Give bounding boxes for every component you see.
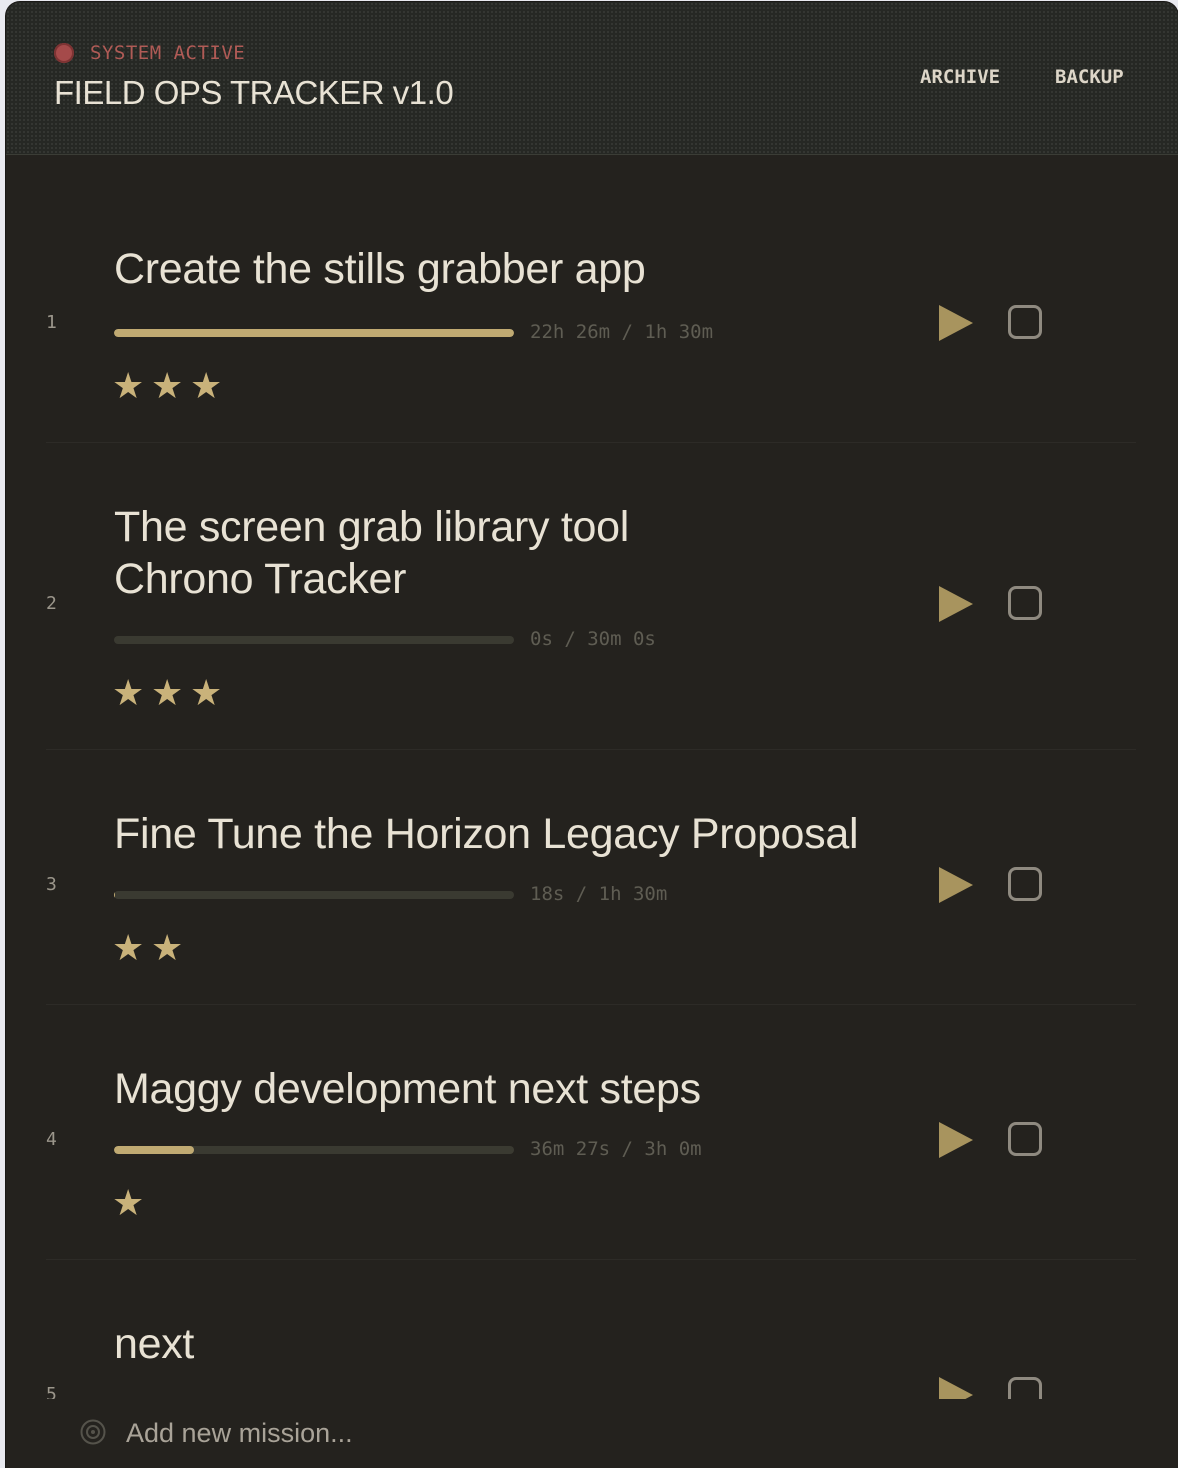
app-window: SYSTEM ACTIVE FIELD OPS TRACKER v1.0 ARC… — [6, 2, 1178, 1468]
checkbox-icon[interactable] — [1008, 867, 1042, 901]
priority-stars: ★ ★ — [112, 931, 190, 967]
mission-title[interactable]: The screen grab library tool Chrono Track… — [114, 501, 874, 605]
mission-title[interactable]: Fine Tune the Horizon Legacy Proposal — [114, 808, 874, 860]
star-icon[interactable]: ★ — [112, 1186, 151, 1222]
backup-button[interactable]: BACKUP — [1055, 66, 1124, 88]
mission-title[interactable]: next — [114, 1318, 874, 1370]
mission-list: 1 Create the stills grabber app 22h 26m … — [6, 155, 1178, 1399]
progress-fill — [114, 329, 514, 337]
star-icon[interactable]: ★ — [112, 369, 151, 405]
play-icon[interactable] — [936, 303, 976, 343]
play-icon[interactable] — [936, 1375, 976, 1399]
mission-number: 5 — [46, 1384, 57, 1399]
progress-bar — [114, 329, 514, 337]
progress-bar — [114, 891, 514, 899]
time-readout: 36m 27s / 3h 0m — [530, 1138, 702, 1160]
status-text: SYSTEM ACTIVE — [90, 42, 246, 64]
star-icon[interactable]: ★ — [151, 931, 190, 967]
star-icon[interactable]: ★ — [112, 931, 151, 967]
play-icon[interactable] — [936, 584, 976, 624]
header: SYSTEM ACTIVE FIELD OPS TRACKER v1.0 ARC… — [6, 2, 1178, 155]
add-mission-bar — [6, 1399, 1178, 1468]
priority-stars: ★ — [112, 1186, 151, 1222]
mission-number: 4 — [46, 1129, 57, 1150]
priority-stars: ★ ★ ★ — [112, 369, 229, 405]
mission-title[interactable]: Create the stills grabber app — [114, 243, 874, 295]
play-icon[interactable] — [936, 865, 976, 905]
time-readout: 0s / 30m 0s — [530, 628, 656, 650]
progress-bar — [114, 636, 514, 644]
mission-title[interactable]: Maggy development next steps — [114, 1063, 874, 1115]
progress-fill — [114, 891, 116, 899]
archive-button[interactable]: ARCHIVE — [920, 66, 1000, 88]
app-title: FIELD OPS TRACKER v1.0 — [54, 74, 454, 111]
time-readout: 18s / 1h 30m — [530, 883, 668, 905]
mission-title-line: Chrono Tracker — [114, 555, 407, 603]
progress-bar — [114, 1146, 514, 1154]
add-mission-input[interactable] — [124, 1413, 928, 1453]
progress-fill — [114, 1146, 194, 1154]
time-readout: 22h 26m / 1h 30m — [530, 321, 714, 343]
star-icon[interactable]: ★ — [151, 676, 190, 712]
target-icon — [80, 1419, 106, 1445]
system-status: SYSTEM ACTIVE — [54, 42, 245, 64]
checkbox-icon[interactable] — [1008, 586, 1042, 620]
mission-title-line: The screen grab library tool — [114, 503, 630, 551]
mission-number: 1 — [46, 312, 57, 333]
play-icon[interactable] — [936, 1120, 976, 1160]
star-icon[interactable]: ★ — [112, 676, 151, 712]
checkbox-icon[interactable] — [1008, 305, 1042, 339]
star-icon[interactable]: ★ — [190, 369, 229, 405]
priority-stars: ★ ★ ★ — [112, 676, 229, 712]
mission-number: 3 — [46, 874, 57, 895]
star-icon[interactable]: ★ — [190, 676, 229, 712]
status-dot-icon — [54, 43, 74, 63]
checkbox-icon[interactable] — [1008, 1122, 1042, 1156]
mission-number: 2 — [46, 593, 57, 614]
star-icon[interactable]: ★ — [151, 369, 190, 405]
checkbox-icon[interactable] — [1008, 1377, 1042, 1399]
